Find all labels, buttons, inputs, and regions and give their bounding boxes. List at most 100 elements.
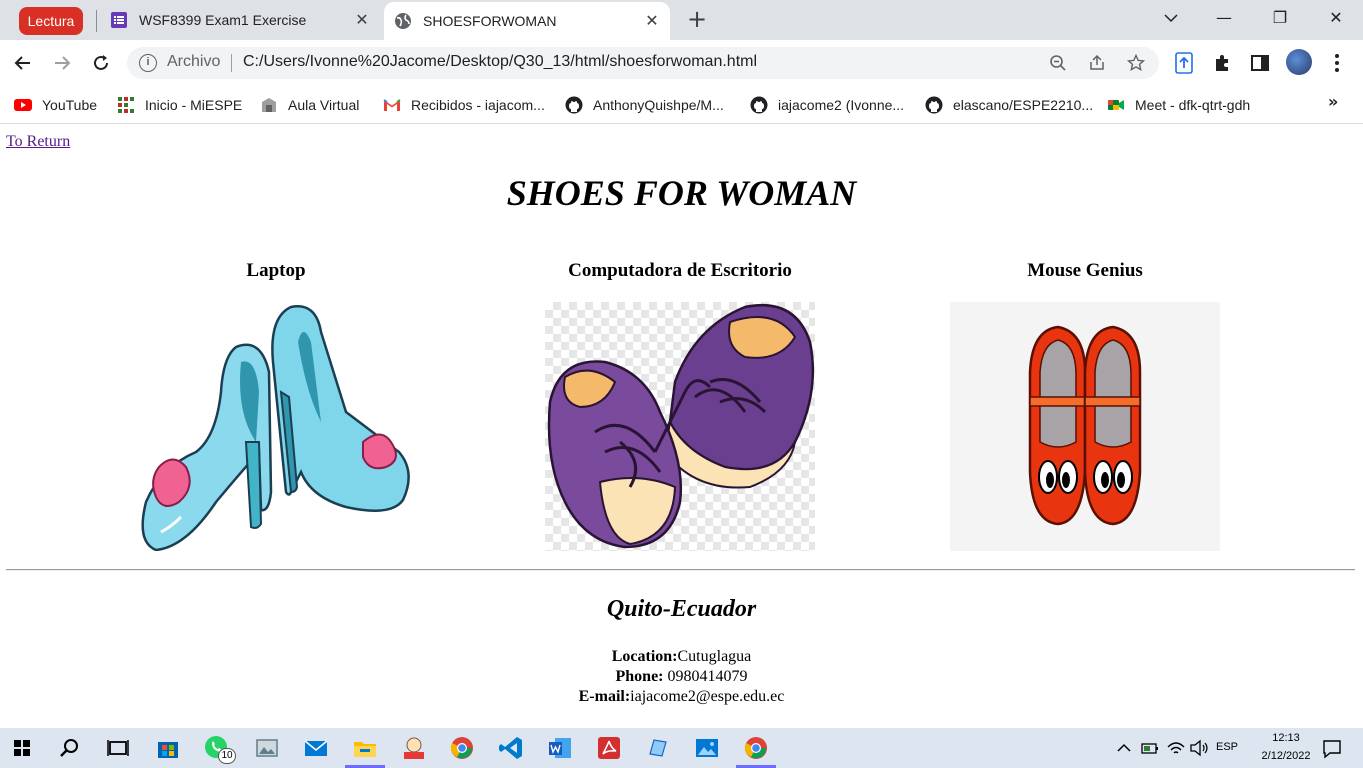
github-icon <box>565 96 583 114</box>
gmail-icon <box>383 99 401 111</box>
close-icon[interactable]: ✕ <box>640 11 664 31</box>
bookmark-iajacome2[interactable]: iajacome2 (Ivonne... <box>750 94 904 116</box>
reload-icon <box>94 55 108 70</box>
task-view-icon[interactable] <box>104 734 132 762</box>
github-icon <box>750 96 768 114</box>
omnibox-divider <box>231 54 232 72</box>
google-forms-icon <box>111 12 127 28</box>
product-card: Laptop <box>66 260 486 552</box>
microsoft-store-icon[interactable] <box>154 734 182 762</box>
vscode-icon[interactable] <box>497 734 525 762</box>
footer-location: Location:Cutuglagua <box>0 648 1363 666</box>
extensions-puzzle-icon[interactable] <box>1209 50 1235 76</box>
bookmark-label: Inicio - MiESPE <box>145 97 243 113</box>
bookmark-label: Aula Virtual <box>288 97 360 113</box>
tab-separator <box>96 10 97 32</box>
search-icon[interactable] <box>56 734 84 762</box>
page-title: SHOES FOR WOMAN <box>506 173 857 213</box>
tab-wsf8399-exam[interactable]: WSF8399 Exam1 Exercise ✕ <box>100 0 380 40</box>
info-icon[interactable]: i <box>139 54 157 72</box>
product-name: Laptop <box>246 260 306 281</box>
chrome-active-icon[interactable] <box>742 734 770 762</box>
location-label: Location: <box>611 648 678 665</box>
product-name: Computadora de Escritorio <box>568 260 792 281</box>
battery-icon[interactable] <box>1140 734 1160 762</box>
chevron-up-icon[interactable] <box>1115 734 1133 762</box>
reading-mode-button[interactable]: Lectura <box>19 7 83 35</box>
mail-icon[interactable] <box>302 734 330 762</box>
product-card: Computadora de Escritorio <box>470 260 890 551</box>
bookmark-star-icon[interactable] <box>1124 51 1148 75</box>
phone-value: 0980414079 <box>663 668 748 685</box>
tab-shoesforwoman[interactable]: SHOESFORWOMAN ✕ <box>384 2 670 40</box>
footer-phone: Phone: 0980414079 <box>0 668 1363 686</box>
language-indicator[interactable]: ESP <box>1212 741 1242 753</box>
forward-button[interactable] <box>47 48 77 78</box>
tab-title: SHOESFORWOMAN <box>423 13 557 29</box>
tab-strip: Lectura WSF8399 Exam1 Exercise ✕ SHOESFO… <box>0 0 1363 40</box>
url-text[interactable]: C:/Users/Ivonne%20Jacome/Desktop/Q30_13/… <box>243 53 757 71</box>
minimize-button[interactable]: — <box>1204 4 1244 32</box>
notifications-icon[interactable] <box>1318 734 1346 762</box>
product-image-purple-sneakers <box>545 302 815 551</box>
pdf24-icon[interactable] <box>400 734 428 762</box>
wifi-icon[interactable] <box>1166 734 1186 762</box>
bookmark-label: AnthonyQuishpe/M... <box>593 97 724 113</box>
zoom-icon[interactable] <box>1046 51 1070 75</box>
restore-button[interactable]: ❐ <box>1260 4 1300 32</box>
product-image-red-kids-shoes <box>950 302 1220 551</box>
bookmark-label: YouTube <box>42 97 98 113</box>
footer-city: Quito-Ecuador <box>606 596 757 622</box>
bookmarks-overflow-button[interactable]: » <box>1328 92 1338 111</box>
side-panel-icon[interactable] <box>1247 50 1273 76</box>
product-card: Mouse Genius <box>875 260 1295 551</box>
close-icon[interactable]: ✕ <box>350 10 374 30</box>
notification-badge: 10 <box>218 748 236 764</box>
product-image-blue-high-heels <box>141 302 411 552</box>
profile-avatar[interactable] <box>1286 49 1312 75</box>
return-link[interactable]: To Return <box>6 133 70 151</box>
word-icon[interactable] <box>546 734 574 762</box>
bookmark-miespe[interactable]: Inicio - MiESPE <box>117 94 242 116</box>
bookmark-gmail[interactable]: Recibidos - iajacom... <box>383 94 545 116</box>
speaker-icon[interactable] <box>1188 734 1210 762</box>
clock-time[interactable]: 12:13 <box>1256 732 1316 744</box>
file-explorer-icon[interactable] <box>351 734 379 762</box>
bookmark-meet[interactable]: Meet - dfk-qtrt-gdh <box>1107 94 1250 116</box>
new-tab-button[interactable]: + <box>684 7 710 33</box>
bookmark-anthonyquishpe[interactable]: AnthonyQuishpe/M... <box>565 94 724 116</box>
github-icon <box>925 96 943 114</box>
email-value: iajacome2@espe.edu.ec <box>630 688 785 705</box>
phone-label: Phone: <box>615 668 664 685</box>
arrow-left-icon <box>14 56 30 70</box>
virtualbox-icon[interactable] <box>644 734 672 762</box>
acrobat-icon[interactable] <box>595 734 623 762</box>
email-label: E-mail: <box>578 688 631 705</box>
tab-search-chevron-icon[interactable] <box>1151 4 1191 32</box>
origin-label: Archivo <box>167 53 221 70</box>
aula-virtual-icon <box>262 98 276 112</box>
whatsapp-taskbar-button[interactable]: 10 <box>203 734 236 764</box>
tab-title: WSF8399 Exam1 Exercise <box>139 12 307 28</box>
bookmark-label: elascano/ESPE2210... <box>953 97 1094 113</box>
reload-button[interactable] <box>86 48 116 78</box>
location-value: Cutuglagua <box>677 648 752 665</box>
arrow-right-icon <box>55 56 71 70</box>
bookmark-youtube[interactable]: YouTube <box>14 94 97 116</box>
windows-start-icon[interactable] <box>8 734 36 762</box>
kebab-menu-icon[interactable] <box>1324 50 1350 76</box>
image-viewer-icon[interactable] <box>253 734 281 762</box>
browser-toolbar: i Archivo C:/Users/Ivonne%20Jacome/Deskt… <box>0 40 1363 86</box>
window-close-button[interactable]: ✕ <box>1316 4 1356 32</box>
share-icon[interactable] <box>1085 51 1109 75</box>
bookmark-aula-virtual[interactable]: Aula Virtual <box>260 94 359 116</box>
bookmark-elascano[interactable]: elascano/ESPE2210... <box>925 94 1093 116</box>
extension-upload-icon[interactable] <box>1171 50 1197 76</box>
chrome-icon[interactable] <box>448 734 476 762</box>
address-bar[interactable]: i Archivo C:/Users/Ivonne%20Jacome/Deskt… <box>127 47 1159 79</box>
clock-date[interactable]: 2/12/2022 <box>1256 750 1316 762</box>
youtube-icon <box>14 99 32 111</box>
photos-icon[interactable] <box>693 734 721 762</box>
back-button[interactable] <box>8 48 38 78</box>
google-meet-icon <box>1108 100 1124 110</box>
